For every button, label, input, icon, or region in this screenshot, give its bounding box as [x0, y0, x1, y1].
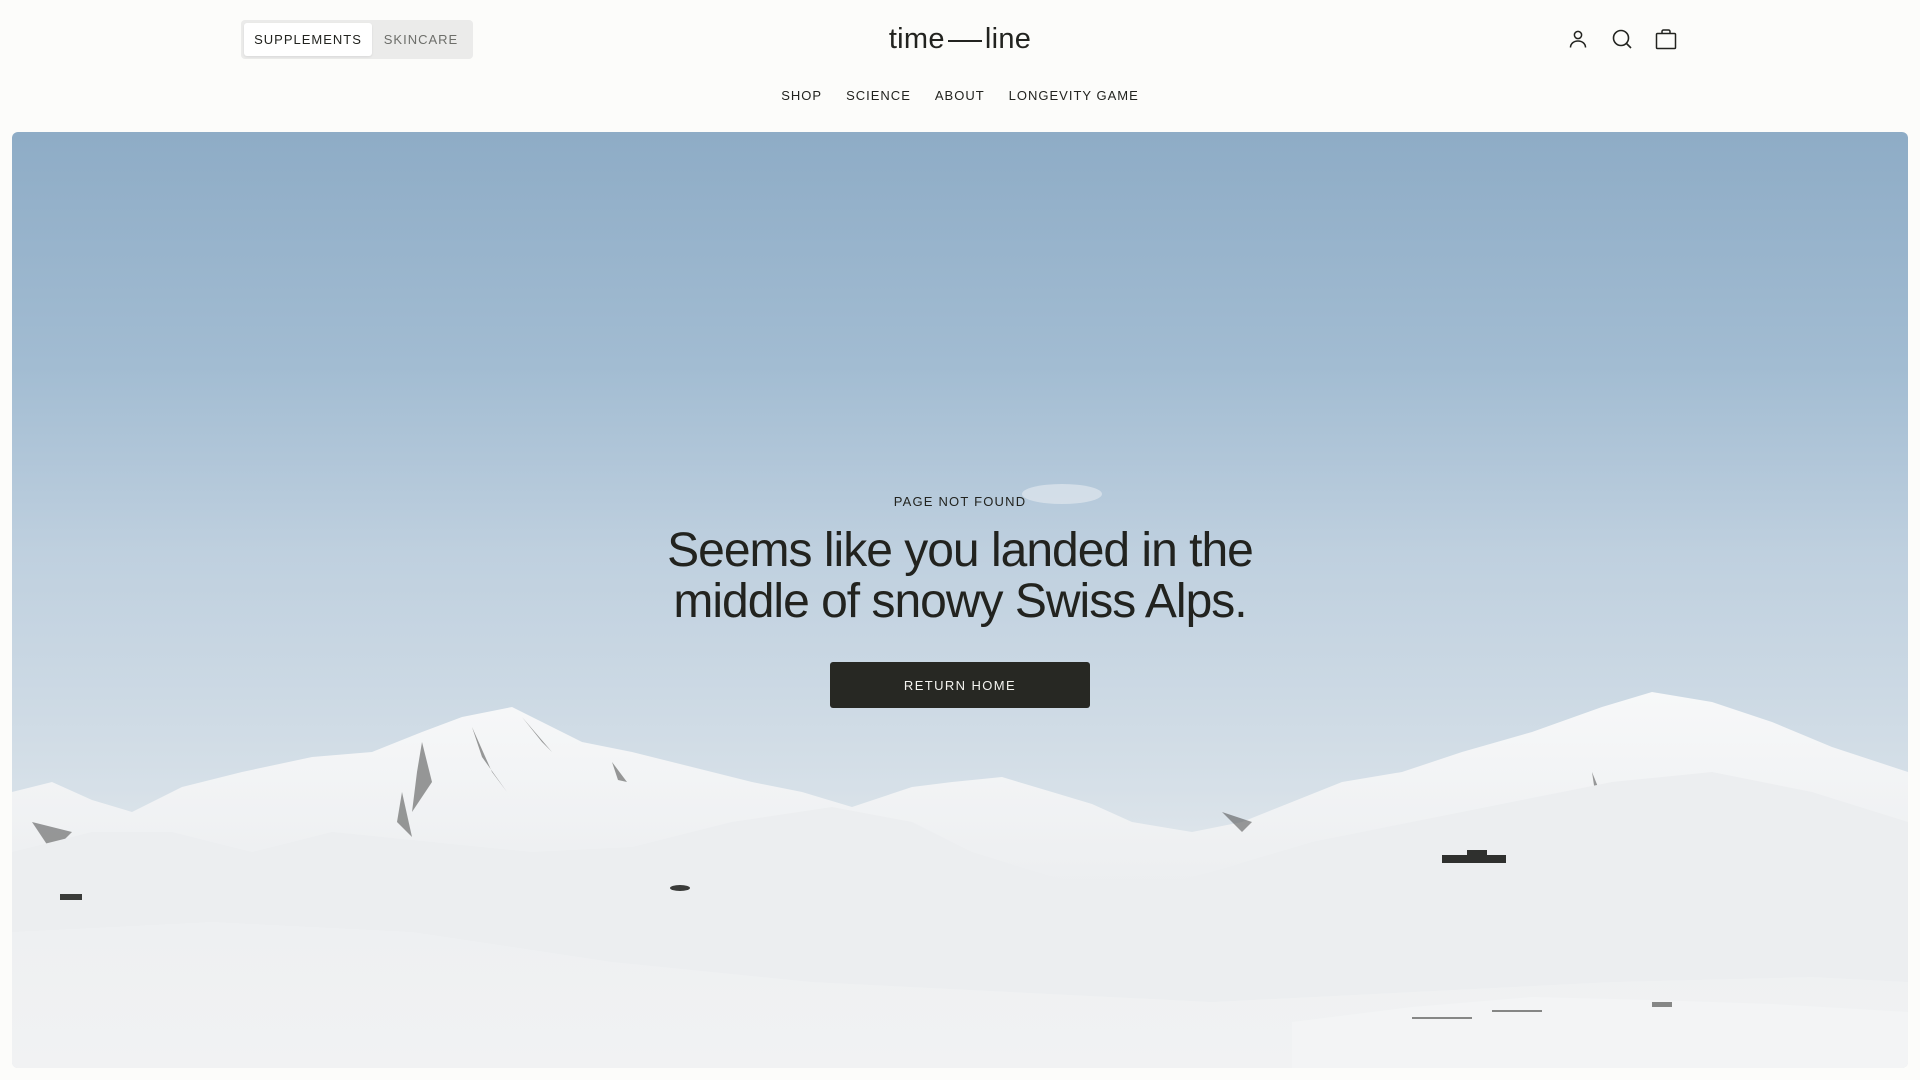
- nav-longevity-game[interactable]: LONGEVITY GAME: [1009, 84, 1139, 107]
- toggle-supplements[interactable]: SUPPLEMENTS: [244, 23, 372, 56]
- hero-headline: Seems like you landed in the middle of s…: [640, 525, 1280, 627]
- return-home-button[interactable]: RETURN HOME: [830, 662, 1090, 708]
- nav-science[interactable]: SCIENCE: [846, 84, 911, 107]
- site-header: SUPPLEMENTS SKINCARE time line SHOP SCIE…: [0, 0, 1920, 132]
- site-logo[interactable]: time line: [860, 18, 1060, 60]
- category-toggle: SUPPLEMENTS SKINCARE: [241, 20, 473, 59]
- headline-line-2: middle of snowy Swiss Alps.: [673, 575, 1247, 628]
- hero-content: PAGE NOT FOUND Seems like you landed in …: [12, 494, 1908, 708]
- cart-icon[interactable]: [1654, 26, 1678, 52]
- logo-text-left: time: [888, 22, 945, 55]
- page-not-found-label: PAGE NOT FOUND: [893, 494, 1027, 509]
- logo-dash: [947, 39, 982, 42]
- headline-line-1: Seems like you landed in the: [667, 524, 1254, 577]
- logo-text-right: line: [984, 22, 1032, 55]
- search-icon[interactable]: [1610, 26, 1634, 52]
- nav-shop[interactable]: SHOP: [781, 84, 822, 107]
- account-icon[interactable]: [1566, 26, 1590, 52]
- hero-banner: PAGE NOT FOUND Seems like you landed in …: [12, 132, 1908, 1068]
- toggle-skincare[interactable]: SKINCARE: [372, 23, 470, 56]
- main-nav: SHOP SCIENCE ABOUT LONGEVITY GAME: [0, 84, 1920, 107]
- header-icons: [1566, 26, 1678, 52]
- nav-about[interactable]: ABOUT: [935, 84, 985, 107]
